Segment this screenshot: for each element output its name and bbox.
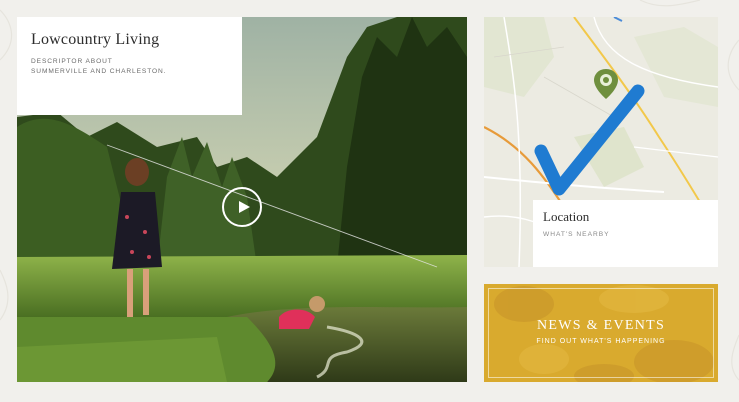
- location-subtitle: What's Nearby: [543, 231, 610, 238]
- location-card: Location What's Nearby: [533, 200, 718, 267]
- news-subtitle: Find out what's happening: [536, 338, 666, 345]
- news-title: News & Events: [536, 318, 666, 333]
- play-icon: [238, 201, 250, 213]
- play-button[interactable]: [222, 187, 262, 227]
- video-title-card: Lowcountry Living Descriptor about Summe…: [17, 17, 242, 115]
- map-tile[interactable]: Location What's Nearby: [484, 17, 718, 267]
- location-title: Location: [543, 209, 590, 224]
- video-title: Lowcountry Living: [31, 31, 160, 48]
- video-description: Descriptor about Summerville and Charles…: [31, 58, 167, 75]
- news-events-tile[interactable]: News & Events Find out what's happening: [484, 284, 718, 382]
- video-tile[interactable]: Lowcountry Living Descriptor about Summe…: [17, 17, 467, 382]
